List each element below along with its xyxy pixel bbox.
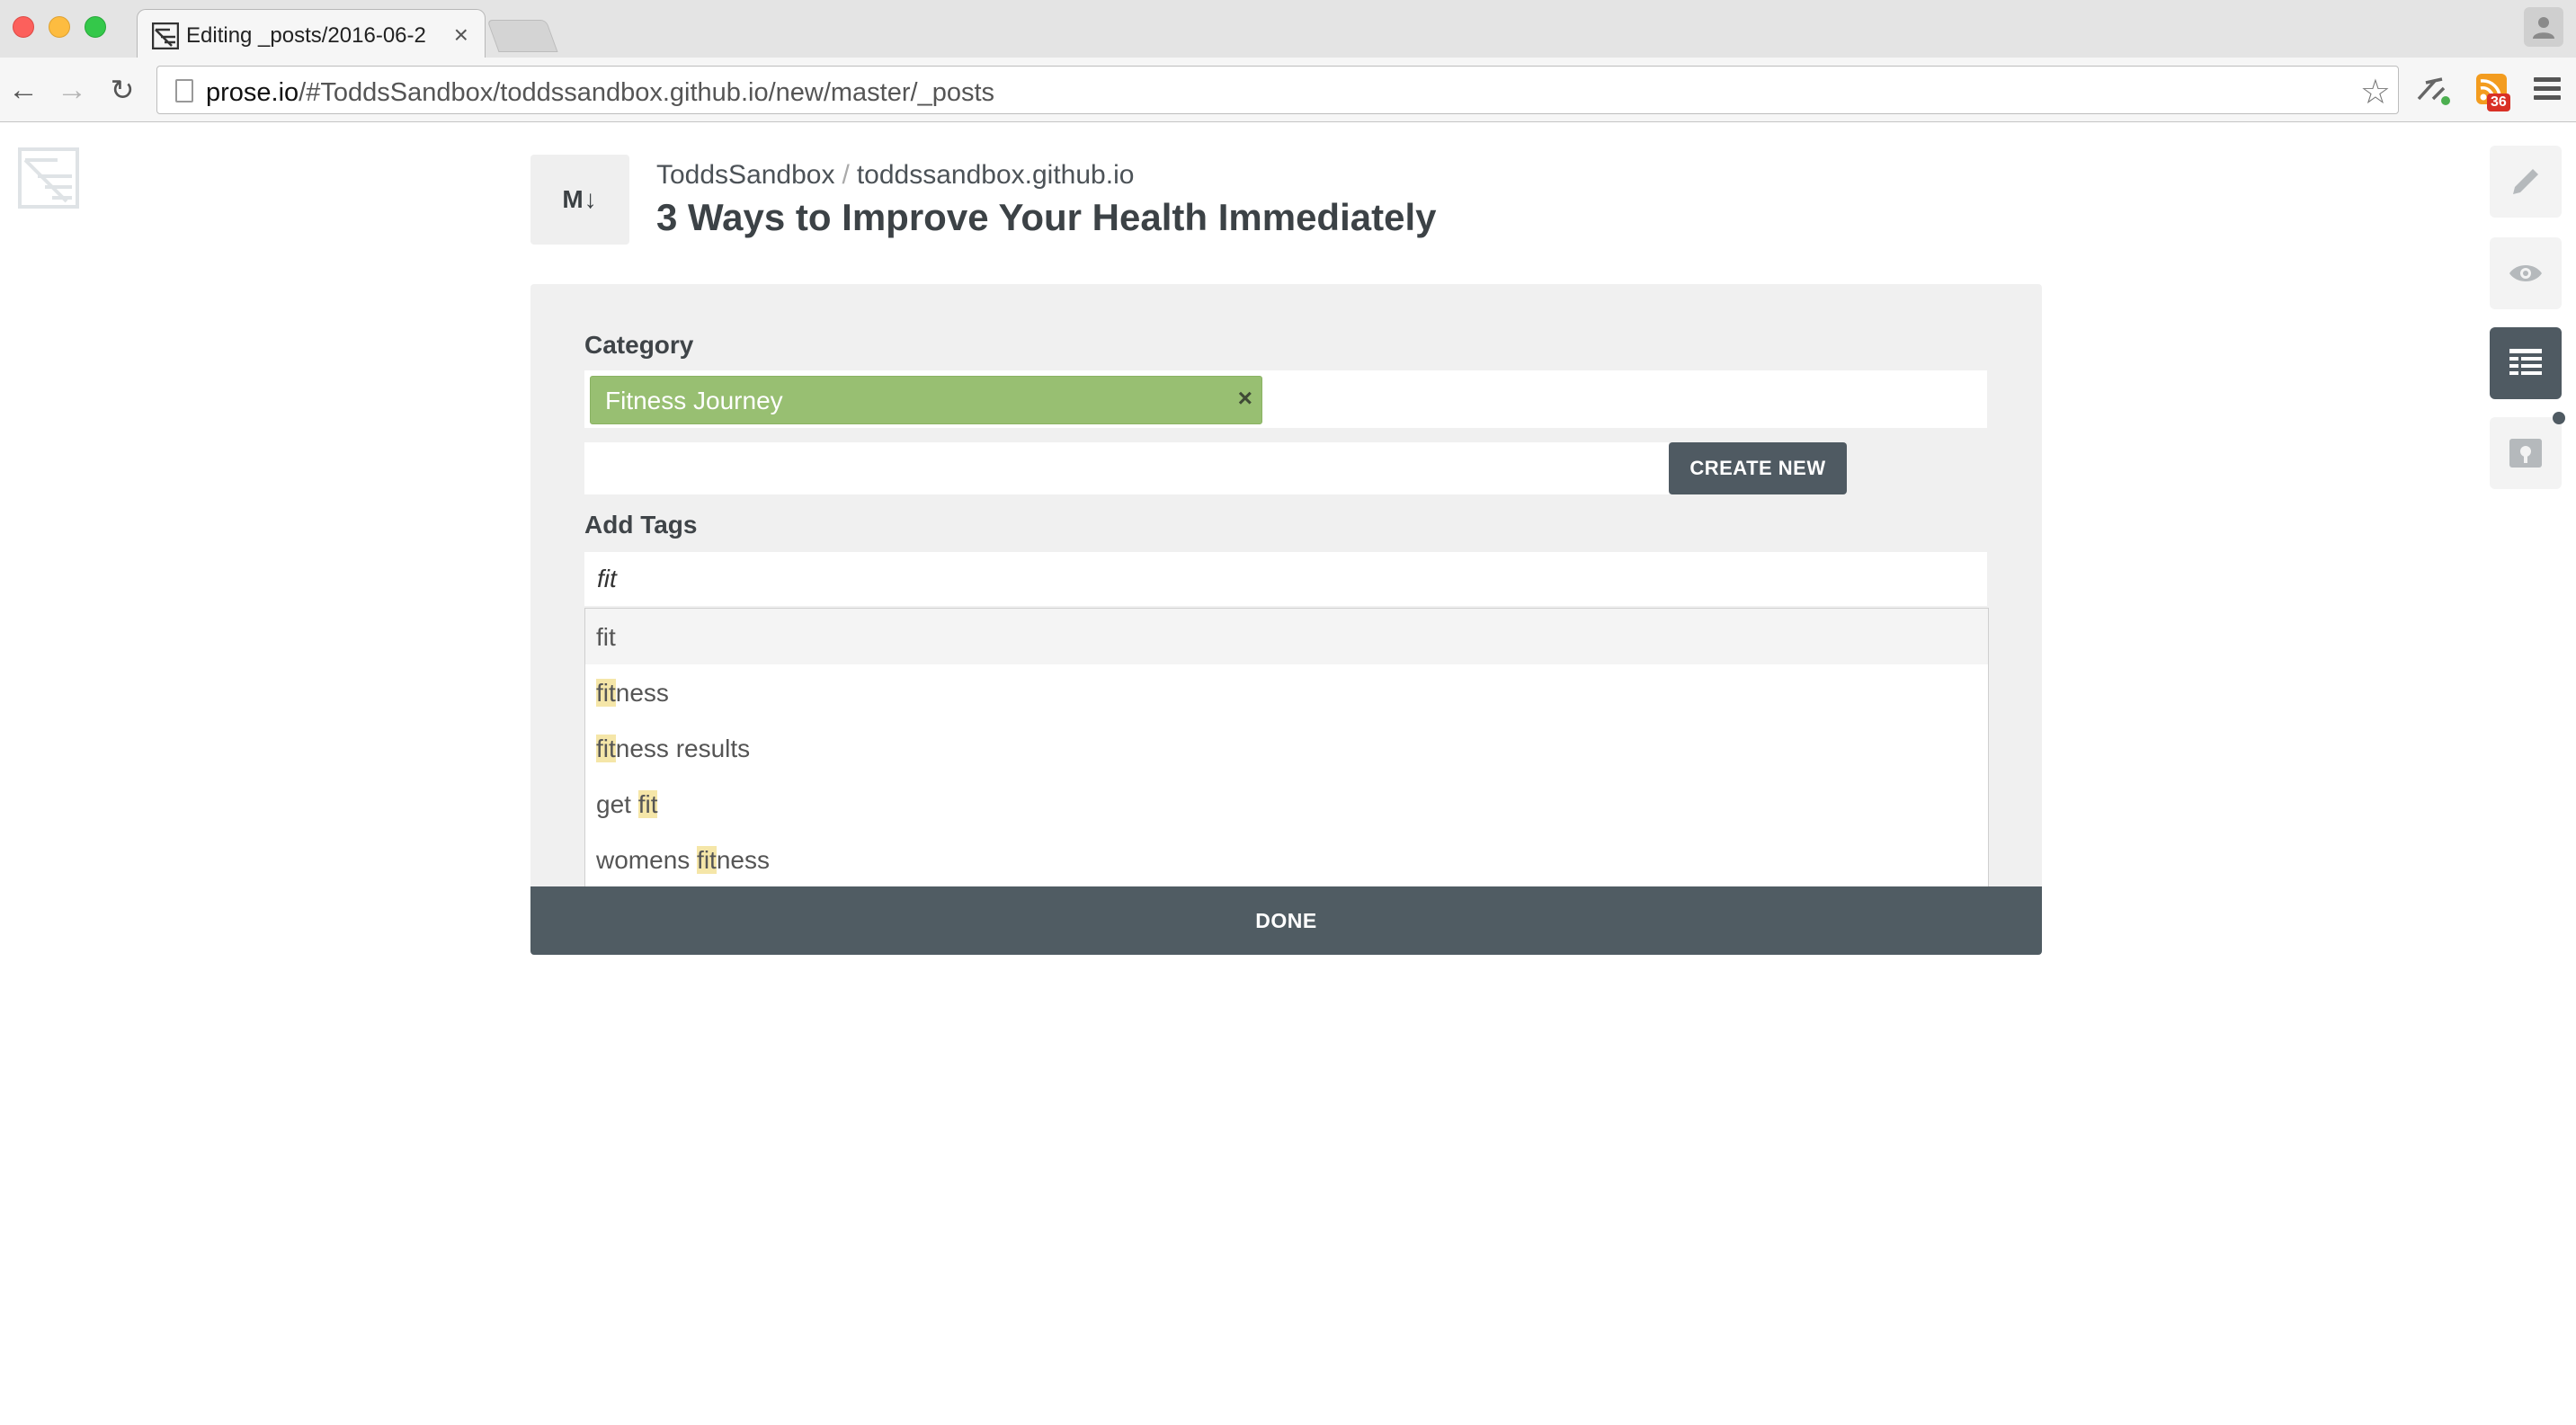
- breadcrumb-separator: /: [842, 160, 850, 190]
- breadcrumb-owner[interactable]: ToddsSandbox: [656, 160, 835, 190]
- new-category-input[interactable]: [584, 442, 1669, 494]
- file-header: M↓ ToddsSandbox / toddssandbox.github.io 3…: [530, 155, 2041, 248]
- metadata-button[interactable]: [2490, 327, 2562, 399]
- suggestion-item[interactable]: get fit: [585, 776, 1988, 832]
- category-label: Category: [584, 331, 694, 359]
- tag-suggestions-dropdown: fit fitness fitness results get fit wome…: [584, 608, 1989, 888]
- camera-icon: [2509, 439, 2542, 468]
- prose-logo-icon[interactable]: [18, 147, 79, 209]
- category-chip-label: Fitness Journey: [605, 387, 783, 414]
- preview-button[interactable]: [2490, 237, 2562, 309]
- category-chip[interactable]: Fitness Journey ×: [590, 376, 1262, 424]
- new-tab-button[interactable]: [486, 20, 558, 52]
- suggestion-item[interactable]: womens fitness: [585, 832, 1988, 887]
- tags-label: Add Tags: [584, 511, 698, 539]
- profile-button[interactable]: [2524, 7, 2563, 47]
- done-button[interactable]: DONE: [530, 886, 2042, 955]
- tags-input-value: fit: [597, 565, 617, 592]
- browser-tab-active[interactable]: Editing _posts/2016-06-2 ×: [137, 9, 486, 59]
- pencil-icon: [2513, 169, 2538, 194]
- create-new-button[interactable]: CREATE NEW: [1669, 442, 1847, 494]
- address-bar[interactable]: prose.io/#ToddsSandbox/toddssandbox.gith…: [156, 66, 2399, 114]
- forward-arrow-icon[interactable]: →: [54, 72, 90, 108]
- close-window-button[interactable]: [13, 16, 34, 38]
- metadata-panel: Category Fitness Journey × CREATE NEW Ad…: [530, 284, 2042, 955]
- url-text[interactable]: prose.io/#ToddsSandbox/toddssandbox.gith…: [206, 78, 994, 108]
- metadata-list-icon: [2509, 349, 2542, 375]
- media-button[interactable]: [2490, 412, 2565, 489]
- remove-chip-icon[interactable]: ×: [1238, 384, 1252, 413]
- profile-icon: [2533, 17, 2554, 39]
- page-icon: [175, 79, 193, 102]
- tags-input[interactable]: fit: [584, 552, 1987, 606]
- tab-close-icon[interactable]: ×: [454, 21, 468, 49]
- extension-badge: 36: [2487, 94, 2510, 111]
- back-arrow-icon[interactable]: ←: [5, 72, 41, 108]
- menu-icon[interactable]: [2534, 77, 2561, 104]
- prose-favicon-icon: [152, 22, 179, 49]
- suggestion-item[interactable]: fit: [585, 609, 1988, 664]
- category-select[interactable]: Fitness Journey ×: [584, 370, 1987, 428]
- breadcrumb-repo[interactable]: toddssandbox.github.io: [857, 160, 1135, 190]
- breadcrumb: ToddsSandbox / toddssandbox.github.io: [656, 160, 1134, 191]
- eye-icon: [2509, 265, 2542, 281]
- suggestion-item[interactable]: fitness results: [585, 720, 1988, 776]
- browser-titlebar: Editing _posts/2016-06-2 ×: [0, 0, 2576, 59]
- reload-icon[interactable]: ↻: [104, 72, 140, 108]
- maximize-window-button[interactable]: [85, 16, 106, 38]
- edit-mode-button[interactable]: [2490, 146, 2562, 218]
- extension-icon[interactable]: [2413, 72, 2453, 108]
- star-icon[interactable]: ☆: [2360, 72, 2391, 112]
- browser-toolbar: ← → ↻ prose.io/#ToddsSandbox/toddssandbo…: [0, 58, 2576, 122]
- minimize-window-button[interactable]: [49, 16, 70, 38]
- markdown-icon: M↓: [530, 155, 629, 245]
- suggestion-item[interactable]: fitness: [585, 664, 1988, 720]
- page-title[interactable]: 3 Ways to Improve Your Health Immediatel…: [656, 196, 1436, 239]
- notification-dot: [2553, 412, 2565, 424]
- tab-title: Editing _posts/2016-06-2: [186, 23, 426, 48]
